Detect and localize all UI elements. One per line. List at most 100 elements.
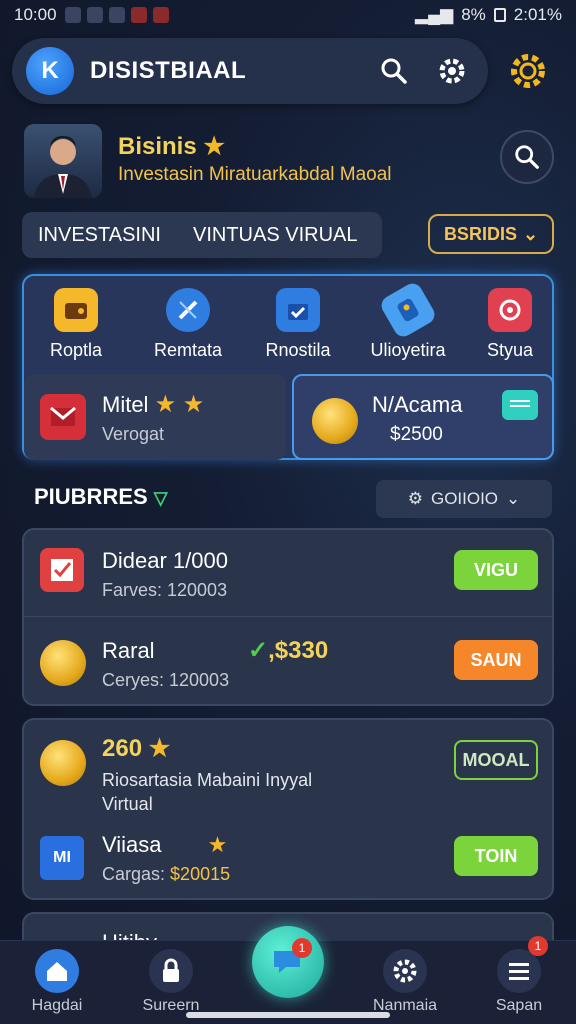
star-icon: ★ ★ [154,391,205,418]
battery-icon [493,8,506,22]
target-icon [488,288,532,332]
filter-label: BSRIDIS [443,223,517,244]
signal-icon: ▂▄▆ [415,5,454,24]
card2-title-row: 260 ★ [102,734,170,763]
nav-hagdai[interactable]: Hagdai [2,941,112,1015]
category-label: Remtata [153,340,223,360]
card2-item-sub-row: Cargas: $20015 [102,864,230,885]
star-icon: ★ [148,735,171,762]
status-right-time: 2:01% [513,5,562,24]
section-dropdown[interactable]: ⚙ GOIIOIO ⌄ [376,480,552,518]
triangle-icon: ▽ [153,488,168,508]
filter-dropdown[interactable]: BSRIDIS ⌄ [428,214,554,254]
saun-button[interactable]: SAUN [454,640,538,680]
briefcase-icon [276,288,320,332]
category-label: Ulioyetira [370,340,446,360]
compass-icon [166,288,210,332]
check-icon: ✓ [248,637,269,664]
notification-icons [64,7,169,23]
profile-subtitle: Investasin Miratuarkabdal Maoal [118,164,392,185]
home-indicator [186,1012,390,1018]
coins-icon [312,398,358,444]
category-panel: Roptla Remtata Rnostila Ulioyetira Styua… [22,274,554,460]
list-item-title: Raral [102,638,155,663]
list-item-title: Didear 1/000 [102,548,228,573]
notification-badge: 1 [528,936,548,956]
section-title-row: PIUBRRES ▽ [34,484,168,510]
feature-left-sub: Verogat [102,424,165,444]
feature-left-title-row: Mitel ★ ★ [102,390,204,419]
card2-desc: Riosartasia Mabaini Inyyal [102,770,313,790]
mooal-button[interactable]: MOOAL [454,740,538,780]
list-item-sub: Ceryes: 120003 [102,670,230,690]
lock-icon [149,949,193,993]
status-time: 10:00 [14,5,57,24]
coins-icon [40,640,86,686]
fab-badge: 1 [292,938,312,958]
profile-name-row: Bisinis ★ [118,132,225,161]
coins-icon [40,740,86,786]
feature-card-mitel[interactable]: Mitel ★ ★ Verogat [24,374,286,460]
star-icon: ★ [203,133,225,160]
amount-row: ✓,$330 [248,637,329,664]
tab-vintuas-virual[interactable]: VINTUAS VIRUAL [177,224,373,247]
section-title: PIUBRRES [34,484,148,509]
tab-investasini[interactable]: INVESTASINI [22,224,177,247]
category-roptla[interactable]: Roptla [26,288,126,361]
toin-button[interactable]: TOIN [454,836,538,876]
list-card: Didear 1/000 Farves: 120003 VIGU Raral C… [22,528,554,706]
card2-item-value: $20015 [170,864,231,884]
feature-card-nacama[interactable]: N/Acama $2500 [292,374,554,460]
nav-sureern[interactable]: Sureern [116,941,226,1015]
nav-label: Sapan [495,997,543,1014]
list-item-sub: Farves: 120003 [102,580,228,600]
nav-sapan[interactable]: Sapan [464,941,574,1015]
list-item-amount: $330 [274,637,329,664]
feature-left-title: Mitel [102,392,149,417]
card2-item-sub: Cargas: [102,864,166,884]
globe-icon: ⚙ [407,489,423,508]
card2-item-title: Viiasa [102,832,162,857]
app-title: DISISTBIAAL [90,57,247,84]
battery-text: 8% [461,5,486,24]
nav-nanmaia[interactable]: Nanmaia [350,941,460,1015]
rocket-icon [377,279,439,341]
home-icon [35,949,79,993]
card2-desc2: Virtual [102,794,153,814]
card2-title: 260 [102,735,143,762]
feature-right-value: $2500 [390,424,443,445]
chevron-down-icon: ⌄ [506,489,521,508]
category-styua[interactable]: Styua [460,288,560,361]
checkbox-icon [40,548,84,592]
chevron-down-icon: ⌄ [522,223,539,244]
divider [24,616,552,617]
avatar[interactable] [24,124,102,198]
gear-icon [383,949,427,993]
app-bar: K DISISTBIAAL [12,38,488,104]
gear-icon[interactable] [496,38,560,104]
wallet-icon [54,288,98,332]
card-icon [502,390,538,420]
category-label: Rnostila [265,340,331,360]
category-rnostila[interactable]: Rnostila [248,288,348,361]
profile-name: Bisinis [118,133,197,160]
cube-icon: MI [40,836,84,880]
list-card: 260 ★ Riosartasia Mabaini Inyyal Virtual… [22,718,554,900]
chat-fab-button[interactable] [252,926,324,998]
category-ulioyetira[interactable]: Ulioyetira [358,279,458,361]
tab-bar: INVESTASINI VINTUAS VIRUAL [22,212,382,258]
card2-item-title-row: Viiasa ★ [102,832,227,858]
feature-right-title: N/Acama [372,392,463,417]
category-remtata[interactable]: Remtata [138,288,238,361]
vigu-button[interactable]: VIGU [454,550,538,590]
settings-icon[interactable] [430,49,474,93]
search-icon[interactable] [372,49,416,93]
category-label: Roptla [49,340,103,360]
status-bar: 10:00 ▂▄▆ 8% 2:01% [0,0,576,30]
profile-search-button[interactable] [500,130,554,184]
star-icon: ★ [207,832,228,857]
nav-label: Hagdai [31,997,83,1014]
app-logo[interactable]: K [26,47,74,95]
category-label: Styua [486,340,534,360]
section-dropdown-label: GOIIOIO [430,489,499,508]
